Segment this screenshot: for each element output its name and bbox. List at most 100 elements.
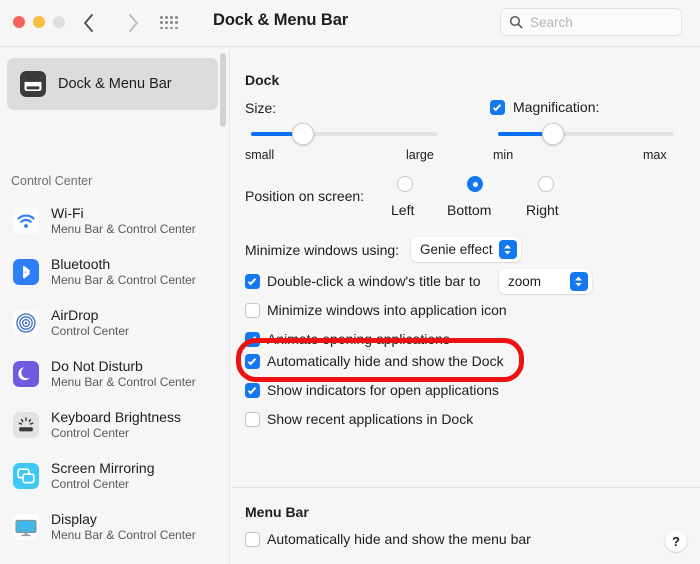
screen-mirroring-icon <box>13 463 39 489</box>
navigation-buttons <box>78 10 144 36</box>
minimize-into-app-icon-checkbox[interactable] <box>245 303 260 318</box>
window-toolbar: Dock & Menu Bar <box>0 0 700 47</box>
sidebar-group-header: Control Center <box>11 174 92 188</box>
show-recent-apps-label: Show recent applications in Dock <box>267 411 473 427</box>
magnification-max-label: max <box>643 148 667 162</box>
dock-size-slider[interactable] <box>251 123 438 145</box>
sidebar-item-label: Dock & Menu Bar <box>58 76 172 92</box>
back-chevron-icon[interactable] <box>78 10 100 36</box>
search-icon <box>509 15 523 29</box>
display-icon <box>13 514 39 540</box>
show-indicators-label: Show indicators for open applications <box>267 382 499 398</box>
sidebar-item-label: Screen Mirroring <box>51 460 154 477</box>
double-click-checkbox[interactable] <box>245 274 260 289</box>
sidebar-item-sound[interactable]: Sound <box>0 552 230 564</box>
magnification-checkbox[interactable] <box>490 100 505 115</box>
sidebar-item-sublabel: Menu Bar & Control Center <box>51 273 196 287</box>
sidebar-item-label: Keyboard Brightness <box>51 409 181 426</box>
position-radio-left-label: Left <box>391 202 414 218</box>
sidebar-item-airdrop[interactable]: AirDrop Control Center <box>0 297 230 348</box>
minimize-into-app-icon-label: Minimize windows into application icon <box>267 302 507 318</box>
sidebar-item-wi-fi[interactable]: Wi-Fi Menu Bar & Control Center <box>0 195 230 246</box>
minimize-using-label: Minimize windows using: <box>245 242 399 258</box>
sidebar-item-texts: Bluetooth Menu Bar & Control Center <box>51 256 196 288</box>
animate-opening-apps-label: Animate opening applications <box>267 331 450 347</box>
position-radio-right[interactable] <box>538 176 554 192</box>
bluetooth-icon <box>13 259 39 285</box>
airdrop-icon <box>13 310 39 336</box>
slider-thumb[interactable] <box>542 123 564 145</box>
double-click-label: Double-click a window's title bar to <box>267 273 481 289</box>
minimize-effect-value: Genie effect <box>420 242 493 257</box>
do-not-disturb-icon <box>13 361 39 387</box>
sidebar-item-dock-menu-bar[interactable]: Dock & Menu Bar <box>7 58 218 110</box>
sidebar-item-sublabel: Menu Bar & Control Center <box>51 375 196 389</box>
dock-size-label: Size: <box>245 100 276 116</box>
sidebar-item-sublabel: Control Center <box>51 324 129 338</box>
sidebar-item-bluetooth[interactable]: Bluetooth Menu Bar & Control Center <box>0 246 230 297</box>
preferences-main-pane: Dock Size: small large Magnification: mi… <box>231 47 700 564</box>
wifi-icon <box>13 208 39 234</box>
sidebar-item-texts: Keyboard Brightness Control Center <box>51 409 181 441</box>
sidebar-item-label: Wi-Fi <box>51 205 196 222</box>
dock-size-max-label: large <box>406 148 434 162</box>
auto-hide-dock-checkbox[interactable] <box>245 354 260 369</box>
sidebar-scrollbar[interactable] <box>220 53 226 127</box>
sidebar-item-label: AirDrop <box>51 307 129 324</box>
sidebar-item-keyboard-brightness[interactable]: Keyboard Brightness Control Center <box>0 399 230 450</box>
position-radio-left[interactable] <box>397 176 413 192</box>
magnification-min-label: min <box>493 148 513 162</box>
show-all-grid-icon[interactable] <box>160 16 178 30</box>
chevron-updown-icon <box>570 272 588 291</box>
close-button[interactable] <box>13 16 25 28</box>
position-on-screen-label: Position on screen: <box>245 188 364 204</box>
sidebar-item-label: Do Not Disturb <box>51 358 196 375</box>
auto-hide-dock-label: Automatically hide and show the Dock <box>267 353 504 369</box>
auto-hide-menu-bar-label: Automatically hide and show the menu bar <box>267 531 531 547</box>
sidebar-item-texts: Wi-Fi Menu Bar & Control Center <box>51 205 196 237</box>
position-radio-bottom[interactable] <box>467 176 483 192</box>
sidebar-item-sublabel: Menu Bar & Control Center <box>51 222 196 236</box>
dock-menu-bar-icon <box>20 71 46 97</box>
show-indicators-checkbox[interactable] <box>245 383 260 398</box>
sidebar-item-label: Display <box>51 511 196 528</box>
double-click-action-dropdown[interactable]: zoom <box>499 269 592 294</box>
search-field[interactable] <box>500 8 682 36</box>
sidebar-list: Wi-Fi Menu Bar & Control Center Bluetoot… <box>0 195 230 564</box>
animate-opening-apps-checkbox[interactable] <box>245 332 260 347</box>
keyboard-brightness-icon <box>13 412 39 438</box>
position-radio-bottom-label: Bottom <box>447 202 491 218</box>
position-radio-right-label: Right <box>526 202 559 218</box>
minimize-button[interactable] <box>33 16 45 28</box>
page-title: Dock & Menu Bar <box>213 11 348 30</box>
sidebar-item-texts: AirDrop Control Center <box>51 307 129 339</box>
chevron-updown-icon <box>499 240 517 259</box>
sidebar-item-screen-mirroring[interactable]: Screen Mirroring Control Center <box>0 450 230 501</box>
sidebar-item-sublabel: Control Center <box>51 477 154 491</box>
forward-chevron-icon[interactable] <box>122 10 144 36</box>
system-preferences-window: Dock & Menu Bar <box>0 0 700 564</box>
menu-bar-section-title: Menu Bar <box>245 504 309 520</box>
magnification-label: Magnification: <box>513 99 599 115</box>
maximize-button[interactable] <box>53 16 65 28</box>
sidebar-item-label: Bluetooth <box>51 256 196 273</box>
sidebar-item-display[interactable]: Display Menu Bar & Control Center <box>0 501 230 552</box>
minimize-effect-dropdown[interactable]: Genie effect <box>411 237 521 262</box>
section-divider <box>231 487 700 488</box>
auto-hide-menu-bar-checkbox[interactable] <box>245 532 260 547</box>
sidebar-item-sublabel: Menu Bar & Control Center <box>51 528 196 542</box>
sidebar-item-sublabel: Control Center <box>51 426 181 440</box>
traffic-light-controls <box>13 16 65 28</box>
help-button[interactable]: ? <box>665 530 687 552</box>
show-recent-apps-checkbox[interactable] <box>245 412 260 427</box>
dock-section-title: Dock <box>245 72 279 88</box>
sidebar-item-texts: Do Not Disturb Menu Bar & Control Center <box>51 358 196 390</box>
preferences-sidebar: Dock & Menu Bar Control Center Wi-Fi Men… <box>0 47 230 564</box>
slider-thumb[interactable] <box>292 123 314 145</box>
double-click-action-value: zoom <box>508 274 541 289</box>
magnification-slider[interactable] <box>498 123 674 145</box>
sidebar-item-do-not-disturb[interactable]: Do Not Disturb Menu Bar & Control Center <box>0 348 230 399</box>
dock-size-min-label: small <box>245 148 274 162</box>
search-input[interactable] <box>530 15 670 30</box>
sidebar-item-texts: Screen Mirroring Control Center <box>51 460 154 492</box>
